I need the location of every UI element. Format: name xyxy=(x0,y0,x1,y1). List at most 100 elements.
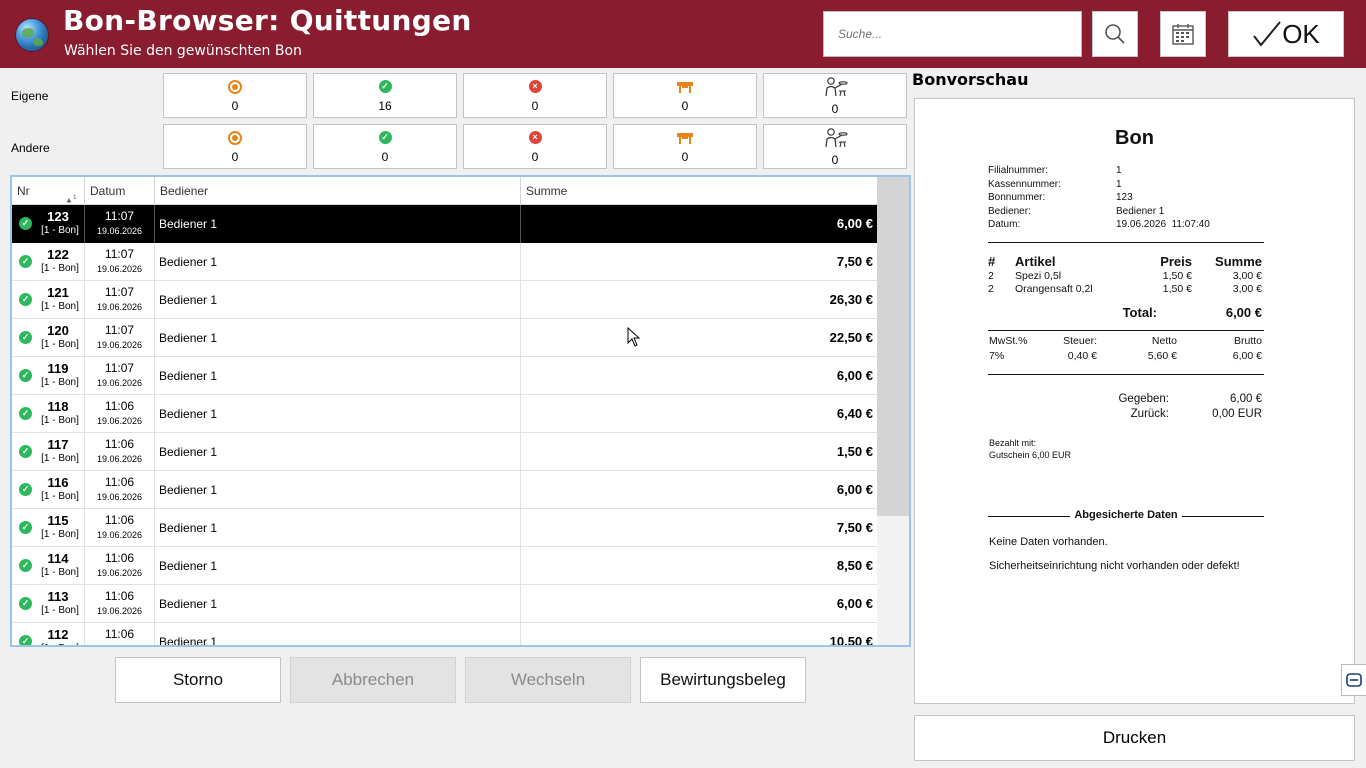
other-cancelled-count: 0 xyxy=(531,150,539,164)
item-name: Spezi 0,5l xyxy=(1015,270,1062,282)
search-button[interactable] xyxy=(1092,11,1138,57)
cell-bediener: Bediener 1 xyxy=(155,395,521,433)
page-subtitle: Wählen Sie den gewünschten Bon xyxy=(64,43,302,59)
receipt-type: [1 - Bon] xyxy=(41,225,79,236)
tax-amount: 0,40 € xyxy=(1067,350,1097,362)
receipt-meta-values: 1 1 123 Bediener 1 19.06.2026 11:07:40 xyxy=(1116,164,1210,232)
receipt-date: 19.06.2026 xyxy=(85,644,154,645)
receipt-number: 122 xyxy=(47,247,69,262)
preview-title: Bonvorschau xyxy=(912,70,1029,89)
open-status-icon xyxy=(228,80,242,94)
own-cancelled-filter[interactable]: × 0 xyxy=(463,73,607,118)
cell-nr: ✓ 112[1 - Bon] xyxy=(12,623,85,645)
table-row[interactable]: ✓ 119 [1 - Bon] 11:07 19.06.2026 Bediener 1 6,… xyxy=(12,357,877,395)
meta-label: Bonnummer: xyxy=(988,192,1046,203)
paid-status-icon: ✓ xyxy=(19,597,32,610)
column-header-bediener[interactable]: Bediener xyxy=(155,177,521,205)
tax-rate: 7% xyxy=(989,350,1005,362)
receipt-date: 19.06.2026 xyxy=(96,340,143,350)
other-open-filter[interactable]: 0 xyxy=(163,124,307,169)
other-cancelled-filter[interactable]: × 0 xyxy=(463,124,607,169)
receipt-table[interactable]: Nr ▲1 Datum Bediener Summe ✓ 123 [1 - Bon]… xyxy=(10,175,911,647)
cell-summe: 1,50 € xyxy=(836,444,873,459)
receipt-date: 19.06.2026 xyxy=(96,226,143,236)
globe-icon xyxy=(15,18,49,52)
storno-button[interactable]: Storno xyxy=(115,657,281,703)
paid-status-icon: ✓ xyxy=(19,483,32,496)
other-waiter-filter[interactable]: 0 xyxy=(763,124,907,169)
receipt-number: 121 xyxy=(47,285,69,300)
own-paid-filter[interactable]: ✓ 16 xyxy=(313,73,457,118)
paid-status-icon: ✓ xyxy=(19,445,32,458)
receipt-time: 11:06 xyxy=(104,627,135,641)
ok-label: OK xyxy=(1282,18,1320,49)
cell-bediener: Bediener 1 xyxy=(155,547,521,585)
table-row[interactable]: ✓ 123 [1 - Bon] 11:07 19.06.2026 Bediener 1 6,… xyxy=(12,205,877,243)
cell-bediener: Bediener 1 xyxy=(155,319,521,357)
meta-value: Bediener 1 xyxy=(1116,205,1165,217)
table-row[interactable]: ✓ 112[1 - Bon] 11:06 19.06.2026Bediener 1 10… xyxy=(12,623,877,647)
abbrechen-button[interactable]: Abbrechen xyxy=(290,657,456,703)
secured-data-title: Abgesicherte Daten xyxy=(1070,509,1182,521)
cell-summe: 26,30 € xyxy=(829,292,873,307)
item-name: Orangensaft 0,2l xyxy=(1015,283,1093,295)
calendar-button[interactable] xyxy=(1160,11,1206,57)
cell-summe: 10,50 € xyxy=(829,634,873,647)
calendar-icon xyxy=(1172,24,1194,45)
table-row[interactable]: ✓ 113 [1 - Bon] 11:06 19.06.2026 Bediener 1 6,… xyxy=(12,585,877,623)
own-waiter-filter[interactable]: 0 xyxy=(763,73,907,118)
given-value: 6,00 € xyxy=(1230,393,1262,405)
cell-datum: 11:06 19.06.2026 xyxy=(85,585,155,623)
scrollbar-thumb[interactable] xyxy=(877,177,909,516)
receipt-meta-labels: Filialnummer: Kassennummer: Bonnummer: B… xyxy=(988,164,1061,232)
table-row[interactable]: ✓ 118 [1 - Bon] 11:06 19.06.2026 Bediener 1 6,… xyxy=(12,395,877,433)
search-input[interactable] xyxy=(823,11,1082,57)
receipt-type: [1 - Bon] xyxy=(41,491,79,502)
column-header-nr[interactable]: Nr ▲1 xyxy=(12,177,85,205)
table-row[interactable]: ✓ 114 [1 - Bon] 11:06 19.06.2026 Bediener 1 8,… xyxy=(12,547,877,585)
cell-summe: 6,00 € xyxy=(836,216,873,231)
meta-value: 123 xyxy=(1116,192,1133,203)
column-header-datum[interactable]: Datum xyxy=(85,177,155,205)
own-table-filter[interactable]: 0 xyxy=(613,73,757,118)
print-button[interactable]: Drucken xyxy=(914,715,1355,761)
receipt-time: 11:06 xyxy=(104,399,135,413)
table-row[interactable]: ✓ 115 [1 - Bon] 11:06 19.06.2026 Bediener 1 7,… xyxy=(12,509,877,547)
other-table-filter[interactable]: 0 xyxy=(613,124,757,169)
own-open-filter[interactable]: 0 xyxy=(163,73,307,118)
table-icon xyxy=(677,133,693,144)
table-row[interactable]: ✓ 117 [1 - Bon] 11:06 19.06.2026 Bediener 1 1,… xyxy=(12,433,877,471)
ok-button[interactable]: OK xyxy=(1228,11,1344,57)
other-row-label: Andere xyxy=(11,141,50,155)
divider xyxy=(988,330,1264,331)
paid-status-icon: ✓ xyxy=(19,559,32,572)
paid-status-icon: ✓ xyxy=(19,635,32,645)
table-row[interactable]: ✓ 121 [1 - Bon] 11:07 19.06.2026 Bediener 1 26… xyxy=(12,281,877,319)
tax-gross: 6,00 € xyxy=(1232,350,1262,362)
receipt-type: [1 - Bon] xyxy=(41,339,79,350)
open-status-icon xyxy=(228,131,242,145)
receipt-number: 118 xyxy=(47,399,69,414)
receipt-time: 11:07 xyxy=(104,209,135,223)
paid-status-icon: ✓ xyxy=(19,331,32,344)
wechseln-button[interactable]: Wechseln xyxy=(465,657,631,703)
receipt-type: [1 - Bon] xyxy=(41,605,79,616)
bewirtungsbeleg-button[interactable]: Bewirtungsbeleg xyxy=(640,657,806,703)
cell-bediener: Bediener 1 xyxy=(155,471,521,509)
own-row-label: Eigene xyxy=(11,89,49,103)
table-row[interactable]: ✓ 120 [1 - Bon] 11:07 19.06.2026 Bediener 1 22… xyxy=(12,319,877,357)
cell-nr: ✓ 113 [1 - Bon] xyxy=(12,585,85,623)
tax-header-tax: Steuer: xyxy=(1063,335,1097,347)
receipt-date: 19.06.2026 xyxy=(96,530,143,540)
column-header-summe[interactable]: Summe xyxy=(521,177,877,205)
cell-nr: ✓ 123 [1 - Bon] xyxy=(12,205,85,243)
table-row[interactable]: ✓ 116 [1 - Bon] 11:06 19.06.2026 Bediener 1 6,… xyxy=(12,471,877,509)
divider xyxy=(988,374,1264,375)
table-row[interactable]: ✓ 122 [1 - Bon] 11:07 19.06.2026 Bediener 1 7,… xyxy=(12,243,877,281)
other-paid-filter[interactable]: ✓ 0 xyxy=(313,124,457,169)
item-price: 1,50 € xyxy=(1162,270,1192,282)
waiter-icon xyxy=(825,128,848,148)
remote-support-icon[interactable] xyxy=(1341,664,1366,696)
paid-status-icon: ✓ xyxy=(19,293,32,306)
tax-header-gross: Brutto xyxy=(1233,335,1262,347)
